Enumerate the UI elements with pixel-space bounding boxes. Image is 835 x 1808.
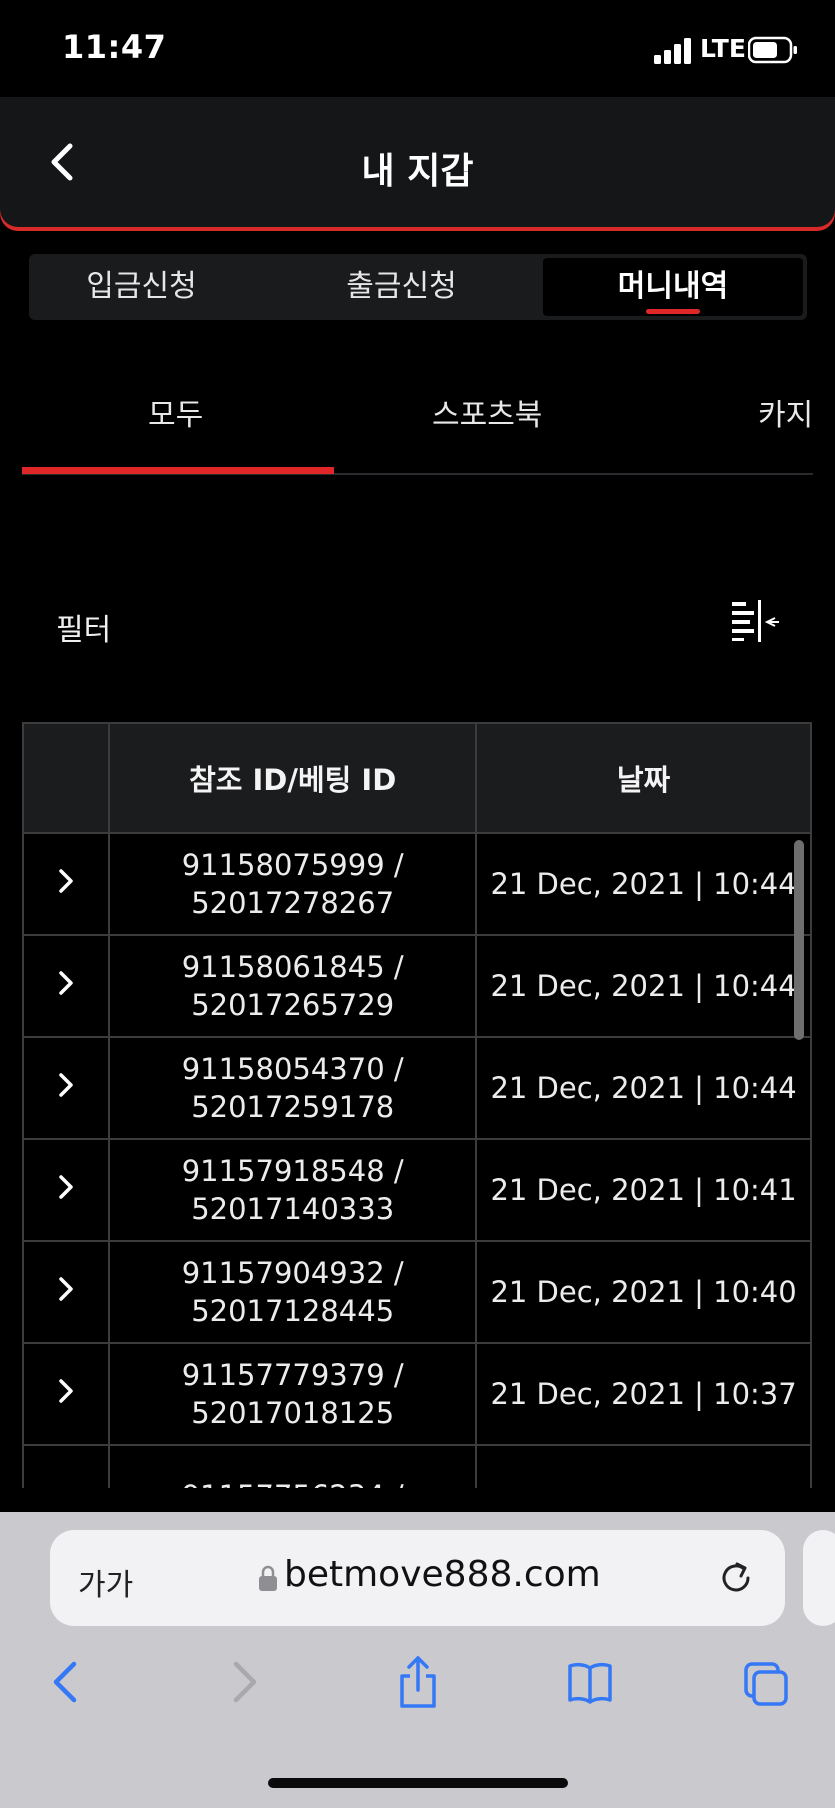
chevron-right-icon bbox=[59, 970, 73, 995]
table-scrollbar[interactable] bbox=[794, 840, 804, 1040]
row-ref-id: 91158061845 / 52017265729 bbox=[108, 934, 478, 1038]
browser-back-icon[interactable] bbox=[42, 1654, 90, 1710]
signal-icon bbox=[654, 38, 691, 64]
header-date: 날짜 bbox=[475, 722, 812, 834]
date-text: 21 Dec, 2021 | 10:40 bbox=[490, 1275, 797, 1309]
row-expand[interactable] bbox=[22, 1240, 111, 1344]
ref-id-text: 91158075999 / 52017278267 bbox=[181, 848, 404, 920]
home-indicator bbox=[268, 1778, 568, 1788]
table-row[interactable]: 91158061845 / 52017265729 21 Dec, 2021 |… bbox=[22, 934, 812, 1038]
row-date bbox=[475, 1444, 812, 1488]
row-expand[interactable] bbox=[22, 1342, 111, 1446]
network-label: LTE bbox=[700, 34, 746, 63]
ref-id-text: 91158054370 / 52017259178 bbox=[181, 1052, 404, 1124]
date-text: 21 Dec, 2021 | 10:44 bbox=[490, 867, 797, 901]
ref-id-text: 91157756234 / bbox=[110, 1477, 475, 1488]
tabs-icon[interactable] bbox=[742, 1654, 790, 1710]
row-expand[interactable] bbox=[22, 1138, 111, 1242]
table-row[interactable]: 91157779379 / 52017018125 21 Dec, 2021 |… bbox=[22, 1342, 812, 1446]
chevron-right-icon bbox=[59, 1276, 73, 1301]
date-text: 21 Dec, 2021 | 10:44 bbox=[490, 969, 797, 1003]
transaction-table: 참조 ID/베팅 ID 날짜 91158075999 / 52017278267… bbox=[22, 722, 812, 1488]
row-date: 21 Dec, 2021 | 10:41 bbox=[475, 1138, 812, 1242]
subtab-all[interactable]: 모두 bbox=[148, 390, 203, 434]
subtab-active-indicator bbox=[22, 467, 334, 474]
chevron-right-icon bbox=[59, 868, 73, 893]
row-date: 21 Dec, 2021 | 10:44 bbox=[475, 1036, 812, 1140]
date-text: 21 Dec, 2021 | 10:37 bbox=[490, 1377, 797, 1411]
ref-id-text: 91157918548 / 52017140333 bbox=[181, 1154, 404, 1226]
chevron-right-icon bbox=[59, 1378, 73, 1403]
tab-money-history[interactable]: 머니내역 bbox=[543, 258, 803, 316]
table-header-row: 참조 ID/베팅 ID 날짜 bbox=[22, 722, 812, 834]
lock-icon bbox=[259, 1565, 277, 1591]
row-ref-id: 91157756234 / bbox=[108, 1444, 478, 1488]
row-ref-id: 91158054370 / 52017259178 bbox=[108, 1036, 478, 1140]
filter-collapse-icon[interactable] bbox=[730, 598, 780, 642]
active-tab-indicator bbox=[646, 309, 700, 314]
row-date: 21 Dec, 2021 | 10:37 bbox=[475, 1342, 812, 1446]
ref-id-text: 91157779379 / 52017018125 bbox=[181, 1358, 404, 1430]
subtab-casino[interactable]: 카지 bbox=[758, 390, 813, 434]
reload-icon[interactable] bbox=[716, 1558, 756, 1598]
row-expand[interactable] bbox=[22, 1444, 111, 1488]
table-row[interactable]: 91158075999 / 52017278267 21 Dec, 2021 |… bbox=[22, 832, 812, 936]
row-expand[interactable] bbox=[22, 1036, 111, 1140]
row-date: 21 Dec, 2021 | 10:40 bbox=[475, 1240, 812, 1344]
bookmarks-icon[interactable] bbox=[566, 1654, 614, 1710]
row-date: 21 Dec, 2021 | 10:44 bbox=[475, 934, 812, 1038]
row-ref-id: 91158075999 / 52017278267 bbox=[108, 832, 478, 936]
date-text: 21 Dec, 2021 | 10:44 bbox=[490, 1071, 797, 1105]
header-expand bbox=[22, 722, 111, 834]
ref-id-text: 91158061845 / 52017265729 bbox=[181, 950, 404, 1022]
status-time: 11:47 bbox=[62, 28, 167, 66]
chevron-right-icon bbox=[59, 1174, 73, 1199]
battery-icon bbox=[748, 36, 797, 64]
row-ref-id: 91157779379 / 52017018125 bbox=[108, 1342, 478, 1446]
row-expand[interactable] bbox=[22, 934, 111, 1038]
tab-deposit-request[interactable]: 입금신청 bbox=[29, 254, 254, 320]
chevron-right-icon bbox=[59, 1072, 73, 1097]
browser-forward-icon[interactable] bbox=[220, 1654, 268, 1710]
filter-label: 필터 bbox=[56, 613, 112, 648]
row-expand[interactable] bbox=[22, 832, 111, 936]
url-text[interactable]: betmove888.com bbox=[284, 1554, 601, 1595]
subtab-sportsbook[interactable]: 스포츠북 bbox=[432, 390, 542, 434]
date-text: 21 Dec, 2021 | 10:41 bbox=[490, 1173, 797, 1207]
header-ref-id: 참조 ID/베팅 ID bbox=[108, 722, 478, 834]
page-title: 내 지갑 bbox=[361, 151, 474, 192]
table-row[interactable]: 91158054370 / 52017259178 21 Dec, 2021 |… bbox=[22, 1036, 812, 1140]
row-ref-id: 91157904932 / 52017128445 bbox=[108, 1240, 478, 1344]
text-size-button[interactable]: 가가 bbox=[78, 1560, 133, 1604]
table-row[interactable]: 91157756234 / bbox=[22, 1444, 812, 1488]
tab-withdraw-request[interactable]: 출금신청 bbox=[289, 254, 514, 320]
row-date: 21 Dec, 2021 | 10:44 bbox=[475, 832, 812, 936]
share-icon[interactable] bbox=[394, 1654, 442, 1710]
row-ref-id: 91157918548 / 52017140333 bbox=[108, 1138, 478, 1242]
ref-id-text: 91157904932 / 52017128445 bbox=[181, 1256, 404, 1328]
table-row[interactable]: 91157918548 / 52017140333 21 Dec, 2021 |… bbox=[22, 1138, 812, 1242]
table-row[interactable]: 91157904932 / 52017128445 21 Dec, 2021 |… bbox=[22, 1240, 812, 1344]
next-tab-preview[interactable] bbox=[803, 1530, 835, 1626]
